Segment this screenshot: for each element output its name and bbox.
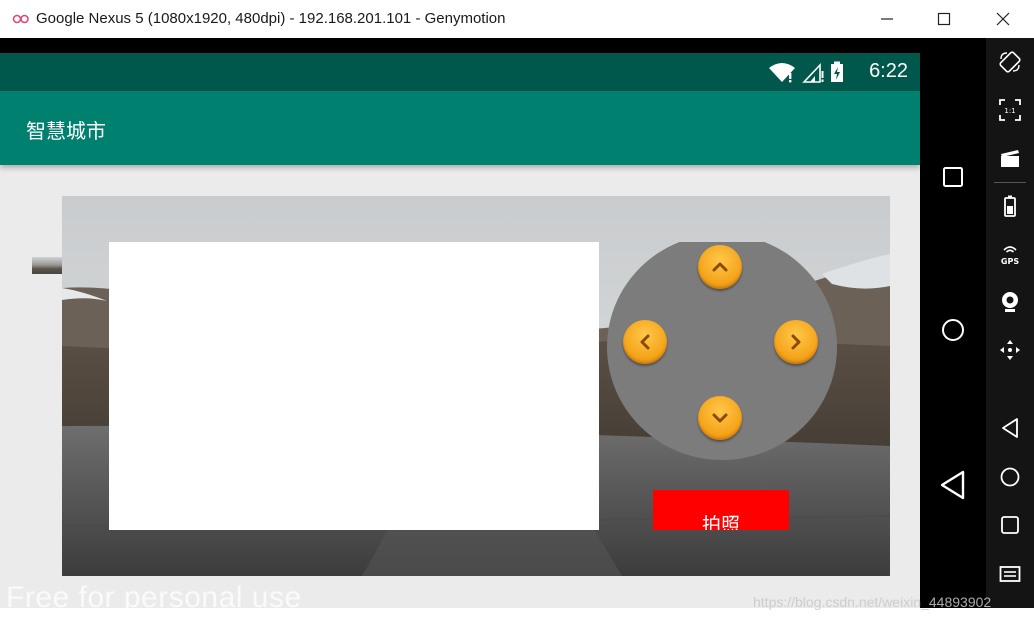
side-back-button[interactable] [994,412,1026,444]
genymotion-logo-icon [12,14,29,24]
rotate-button[interactable] [994,46,1026,78]
thumbnail-image [32,257,62,274]
recents-button[interactable] [936,160,970,194]
side-home-button[interactable] [994,461,1026,493]
back-icon [1002,418,1018,438]
status-bar: 6:22 [0,53,920,91]
gps-icon: GPS [1001,246,1019,266]
minimize-button[interactable] [860,0,914,38]
status-icons [768,61,844,83]
right-button[interactable] [774,320,818,364]
background-landscape-image: 拍照 [62,196,890,576]
font-watermark: Free for personal use [6,581,302,608]
signal-icon [802,62,824,83]
right-arrow-icon [791,334,801,350]
maximize-icon [937,12,951,26]
camera-button[interactable] [994,286,1026,318]
down-button[interactable] [698,396,742,440]
recents-icon [1001,516,1019,534]
battery-charging-icon [831,61,843,82]
menu-icon [999,566,1021,582]
rotate-icon [999,51,1021,73]
left-button[interactable] [623,320,667,364]
wifi-icon [769,63,795,83]
home-icon [1000,467,1020,487]
camera-icon [1002,292,1018,312]
battery-button[interactable] [994,190,1026,222]
maximize-button[interactable] [917,0,971,38]
side-menu-button[interactable] [994,558,1026,590]
resize-button[interactable]: 1:1 [994,94,1026,126]
side-recents-button[interactable] [994,509,1026,541]
video-capture-icon [1001,150,1019,167]
svg-text:1:1: 1:1 [1004,107,1015,115]
close-button[interactable] [976,0,1030,38]
app-title: 智慧城市 [26,119,106,143]
home-icon [942,319,964,341]
close-icon [996,12,1010,26]
recents-icon [943,167,963,187]
take-photo-label: 拍照 [701,514,740,530]
window-bottom-edge [0,608,1034,623]
camera-preview [109,242,599,530]
resize-icon: 1:1 [999,99,1021,121]
gps-label: GPS [1001,257,1019,266]
up-arrow-icon [712,262,728,272]
back-button[interactable] [936,468,970,502]
toolbar-divider [994,182,1026,183]
home-button[interactable] [936,313,970,347]
genymotion-toolbar: 1:1 GPS [986,38,1034,608]
battery-icon [1004,195,1016,217]
ptz-direction-pad [607,242,837,460]
take-photo-button[interactable]: 拍照 [653,490,789,530]
android-screen: 6:22 智慧城市 拍照 Free for personal use [0,53,920,608]
genymotion-window: Google Nexus 5 (1080x1920, 480dpi) - 192… [0,0,1034,623]
minimize-icon [881,18,893,20]
back-icon [940,470,965,500]
gps-button[interactable]: GPS [994,238,1026,270]
blog-url-watermark: https://blog.csdn.net/weixin_44893902 [753,594,992,610]
app-bar: 智慧城市 [0,91,920,165]
dpad-button[interactable] [994,334,1026,366]
move-icon [1000,340,1020,360]
device-frame: 6:22 智慧城市 拍照 Free for personal use 1:1 G… [0,38,1034,608]
window-titlebar: Google Nexus 5 (1080x1920, 480dpi) - 192… [0,0,1034,38]
android-nav-bar [920,38,986,608]
down-arrow-icon [712,413,728,423]
window-title: Google Nexus 5 (1080x1920, 480dpi) - 192… [36,10,506,27]
left-arrow-icon [640,334,650,350]
up-button[interactable] [698,245,742,289]
screencast-button[interactable] [994,142,1026,174]
status-time: 6:22 [869,60,908,82]
